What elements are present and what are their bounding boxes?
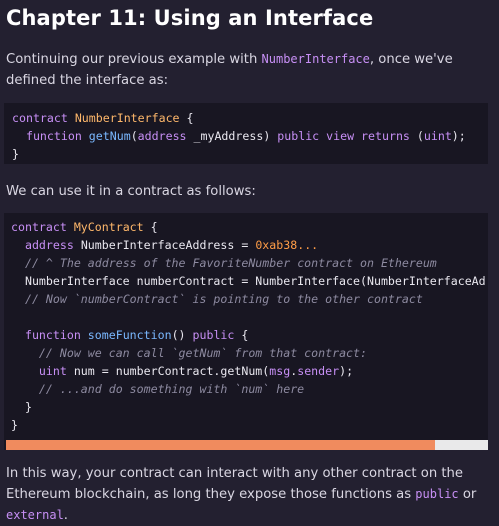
- code-token: // ...and do something with `num` here: [38, 382, 305, 396]
- code-token: _myAddress): [193, 129, 278, 143]
- code-token: public: [192, 328, 235, 342]
- code-token: uint: [423, 129, 452, 143]
- code-token: NumberInterface numberContract = NumberI…: [11, 274, 486, 288]
- code-token: MyContract: [73, 220, 144, 234]
- code-token: {: [179, 111, 194, 125]
- code-token: public view returns: [277, 129, 417, 143]
- code-line: contract NumberInterface {: [12, 109, 480, 127]
- code-token: );: [451, 129, 466, 143]
- code-token: {: [143, 220, 158, 234]
- code-token: }: [12, 147, 19, 161]
- code-line: // Now `numberContract` is pointing to t…: [11, 290, 481, 308]
- usage-paragraph: We can use it in a contract as follows:: [6, 184, 256, 199]
- chapter-title: Chapter 11: Using an Interface: [6, 6, 374, 30]
- lesson-page: Chapter 11: Using an Interface Continuin…: [0, 0, 499, 523]
- code-line: contract MyContract {: [11, 218, 481, 236]
- code-line: uint num = numberContract.getNum(msg.sen…: [11, 362, 481, 380]
- intro-text-before: Continuing our previous example with: [6, 52, 262, 67]
- code-token: // ^ The address of the FavoriteNumber c…: [24, 256, 437, 270]
- code-token: 0xab38...: [255, 238, 319, 252]
- code-line: address NumberInterfaceAddress = 0xab38.…: [11, 236, 481, 254]
- interface-code-block: contract NumberInterface { function getN…: [4, 103, 488, 164]
- inline-code-public: public: [415, 487, 459, 501]
- code-token: NumberInterfaceAddress =: [80, 238, 256, 252]
- code-token: (: [130, 129, 138, 143]
- code-token: function: [24, 328, 88, 342]
- code-line: function getNum(address _myAddress) publ…: [12, 127, 480, 145]
- code-token: (: [416, 129, 424, 143]
- code-token: }: [11, 400, 32, 414]
- code-token: // Now we can call `getNum` from that co…: [38, 346, 367, 360]
- code-line: NumberInterface numberContract = NumberI…: [11, 272, 486, 290]
- code-line: // ...and do something with `num` here: [11, 380, 481, 398]
- code-token: );: [339, 364, 354, 378]
- inline-code-external: external: [6, 508, 64, 522]
- code-line: function someFunction() public {: [11, 326, 481, 344]
- outro-text-before: In this way, your contract can interact …: [6, 466, 464, 502]
- code-line: // ^ The address of the FavoriteNumber c…: [11, 254, 481, 272]
- code-line: }: [11, 398, 481, 416]
- code-line: // Now we can call `getNum` from that co…: [11, 344, 481, 362]
- code-token: someFunction: [87, 328, 172, 342]
- code-token: {: [234, 328, 249, 342]
- contract-code-block: contract MyContract { address NumberInte…: [4, 213, 488, 450]
- code-token: getNum: [88, 129, 131, 143]
- outro-text-after: .: [63, 508, 68, 523]
- code-token: num = numberContract.getNum(: [73, 364, 270, 378]
- intro-paragraph: Continuing our previous example with Num…: [6, 49, 491, 91]
- code-token: function: [25, 129, 89, 143]
- code-token: sender: [297, 364, 340, 378]
- code-token: address: [137, 129, 194, 143]
- code-line: }: [11, 416, 481, 434]
- outro-paragraph: In this way, your contract can interact …: [6, 463, 491, 526]
- code-token: NumberInterface: [74, 111, 180, 125]
- code-token: }: [11, 418, 18, 432]
- code-token: contract: [11, 220, 74, 234]
- code-token: // Now `numberContract` is pointing to t…: [24, 292, 423, 306]
- code-token: contract: [12, 111, 75, 125]
- scrollbar-thumb[interactable]: [6, 440, 435, 450]
- horizontal-scrollbar[interactable]: [6, 440, 488, 450]
- code-token: (): [171, 328, 193, 342]
- outro-text-middle: or: [458, 487, 477, 502]
- inline-code-number-interface: NumberInterface: [261, 52, 370, 66]
- code-token: address: [24, 238, 81, 252]
- code-token: msg: [269, 364, 291, 378]
- code-token: uint: [38, 364, 74, 378]
- code-line: }: [12, 145, 480, 163]
